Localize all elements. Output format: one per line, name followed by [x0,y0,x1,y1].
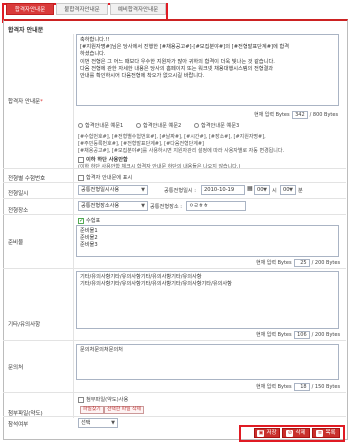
chevron-down-icon: ▼ [263,187,267,193]
chevron-down-icon: ▼ [289,187,293,193]
row-divider [3,182,346,183]
list-icon: ≡ [316,429,324,437]
minute-select[interactable]: 00 ▼ [280,185,296,195]
schedule-select[interactable]: 공통전형일시사용 ▼ [78,185,148,195]
chevron-down-icon: ▼ [141,187,145,193]
attachment-checkbox[interactable]: 첨부파일(약도)사용 [78,396,128,403]
place-select[interactable]: 공통전형장소사용 ▼ [78,201,148,211]
notice-textarea[interactable]: 축하합니다.!! [#지원자명#]님은 당사에서 진행한 [#채용공고#]-[#… [76,34,339,106]
place-label: 전형장소 [8,208,29,214]
minute-unit: 분 [298,188,303,194]
contact-textarea[interactable]: 문의처문의처문의처 [76,344,339,380]
chevron-down-icon: ▼ [111,420,115,426]
row-divider [3,198,346,199]
contact-label: 문의처 [8,365,24,371]
other-label: 기타/유의사항 [8,322,41,328]
other-bytes-counter: 현재 입력 Bytes 106/ 200 Bytes [256,331,341,339]
common-place-input[interactable]: ㅇㄹㅎㅎ [186,201,246,211]
row-divider [3,340,346,341]
section-title: 합격자 안내문 [8,27,44,34]
list-button[interactable]: ≡ 목록 [312,428,340,438]
other-textarea[interactable]: 기타/유의사항기타/유의사항기타/유의사항기타/유의사항 기타/유의사항기타/유… [76,271,339,329]
find-file-button[interactable]: 파일찾기 [80,406,104,414]
common-place-label: 공통전형장소 : [150,204,183,210]
notice-label: 합격자 안내문* [8,99,43,105]
label-column-divider [73,34,74,418]
hour-unit: 시 [272,188,277,194]
delete-icon: ⊘ [286,429,294,437]
delete-button[interactable]: ⊘ 삭제 [282,428,310,438]
tag-help-line-2: [#주민등록번호#], [#전형발표단계#], [#다음전형단계#] [78,141,205,147]
save-icon: ▣ [257,429,265,437]
common-date-label: 공통전형일시 : [164,188,197,194]
exam-number-checkbox[interactable]: 합격자 안내문에 표시 [78,174,132,181]
notice-example-radio-2[interactable]: 합격안내문 예문2 [136,122,181,129]
row-divider [3,214,346,215]
schedule-label: 전형일시 [8,191,29,197]
row-divider [3,392,346,393]
tag-help-line-1: [#수험번호#], [#전형별수험번호#], [#날짜#], [#시간#], [… [78,134,266,140]
hour-select[interactable]: 00 ▼ [254,185,270,195]
exam-number-label: 전형별 수험번호 [8,176,46,182]
tag-help-line-3: [#채용공고#], [#모집분야#]를 사용하시면 지원자관리 설정에 따라 사… [78,148,285,154]
supplies-textarea[interactable]: 준비물1 준비물2 준비물3 [76,225,339,257]
row-divider [3,416,346,417]
delete-file-button[interactable]: 선택한 파일 삭제 [104,406,144,414]
notice-example-radio-3[interactable]: 합격안내문 예문3 [194,122,239,129]
supplies-bytes-counter: 현재 입력 Bytes 25/ 200 Bytes [256,259,341,267]
contact-bytes-counter: 현재 입력 Bytes 18/ 150 Bytes [256,383,341,391]
tab-pass-notice[interactable]: 합격자안내문 [6,3,54,15]
admission-ticket-checkbox[interactable]: 수험표 [78,217,100,224]
notice-bytes-counter: 현재 입력 Bytes 342/ 800 Bytes [254,111,339,119]
attendance-label: 참석여부 [8,422,29,428]
notice-example-radio-1[interactable]: 합격안내문 예문1 [78,122,123,129]
chevron-down-icon: ▼ [141,203,145,209]
tab-reserve-notice[interactable]: 예비합격자안내문 [110,3,166,15]
common-date-input[interactable]: 2010-10-19 [201,185,245,195]
hide-bottom-checkbox[interactable]: 이하 하단 사용안함 [78,156,128,163]
supplies-label: 준비물 [8,240,24,246]
row-divider [3,168,346,169]
calendar-icon[interactable]: ▦ [247,185,253,192]
row-divider [3,268,346,269]
save-button[interactable]: ▣ 저장 [254,428,280,438]
attendance-select[interactable]: 선택 ▼ [78,418,118,428]
tab-fail-notice[interactable]: 불합격자안내문 [56,3,108,15]
